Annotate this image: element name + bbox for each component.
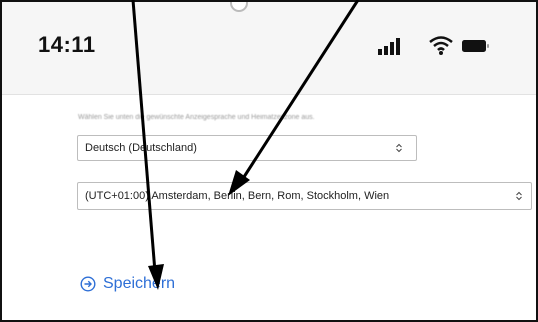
camera-dot xyxy=(230,2,248,12)
status-bar: 14:11 xyxy=(2,2,536,94)
arrow-circle-right-icon xyxy=(80,276,96,292)
select-chevron-icon xyxy=(516,191,522,201)
phone-screen: 14:11 Wählen Sie unten die gewünschte An… xyxy=(0,0,538,322)
wifi-icon xyxy=(429,36,453,55)
timezone-select-value: (UTC+01:00) Amsterdam, Berlin, Bern, Rom… xyxy=(85,190,390,202)
select-chevron-icon xyxy=(396,143,402,153)
status-icons xyxy=(378,36,489,55)
settings-form: Wählen Sie unten die gewünschte Anzeiges… xyxy=(2,95,536,320)
status-time: 14:11 xyxy=(38,32,96,57)
language-select[interactable]: Deutsch (Deutschland) xyxy=(77,135,417,161)
signal-bars-icon xyxy=(378,38,400,55)
instruction-text: Wählen Sie unten die gewünschte Anzeiges… xyxy=(78,114,315,121)
timezone-select[interactable]: (UTC+01:00) Amsterdam, Berlin, Bern, Rom… xyxy=(77,182,532,210)
save-button[interactable]: Speichern xyxy=(80,275,175,293)
language-select-value: Deutsch (Deutschland) xyxy=(85,142,197,154)
save-button-label: Speichern xyxy=(103,275,176,292)
battery-icon xyxy=(462,40,489,52)
